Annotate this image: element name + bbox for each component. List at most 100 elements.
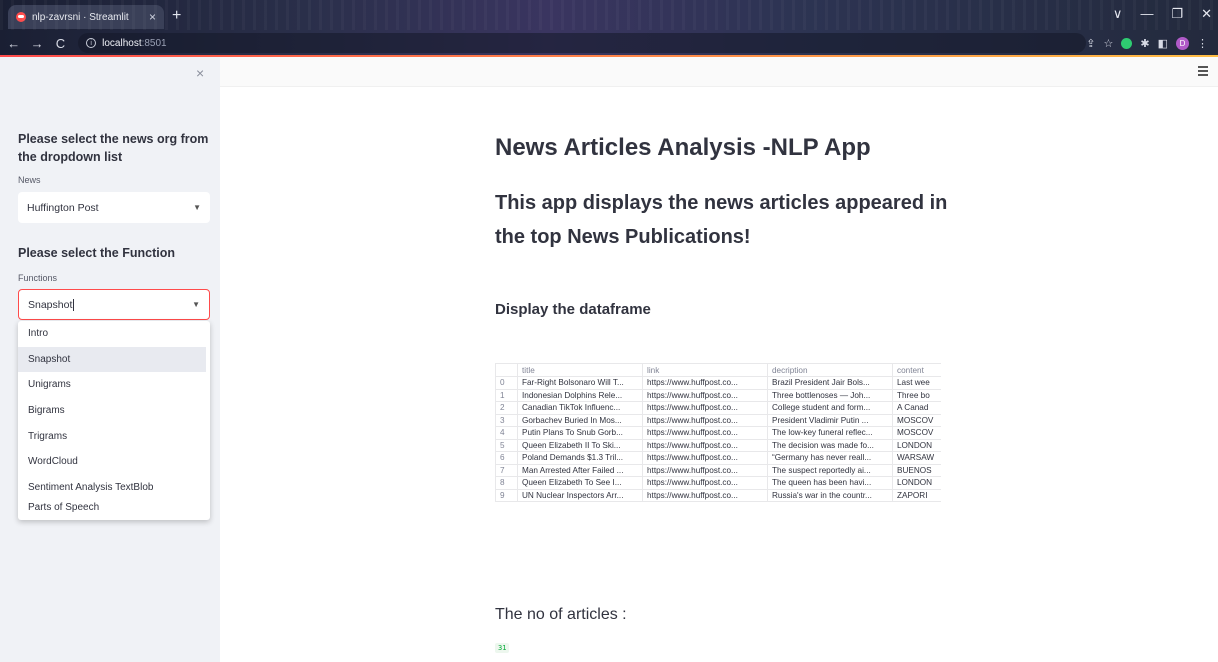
dropdown-option-snapshot[interactable]: Snapshot — [18, 346, 206, 373]
row-index[interactable]: 8 — [495, 476, 518, 490]
browser-menu-icon[interactable]: ⋮ — [1197, 37, 1208, 50]
news-select[interactable]: Huffington Post ▼ — [18, 192, 210, 223]
table-cell[interactable]: MOSCOV — [892, 426, 941, 440]
table-cell[interactable]: MOSCOV — [892, 413, 941, 427]
table-cell[interactable]: Queen Elizabeth To See I... — [517, 476, 643, 490]
minimize-icon[interactable]: — — [1140, 6, 1153, 22]
table-cell[interactable]: The suspect reportedly ai... — [767, 463, 893, 477]
sidebar: × Please select the news org from the dr… — [0, 57, 220, 662]
table-cell[interactable]: Three bottlenoses — Joh... — [767, 388, 893, 402]
table-cell[interactable]: Queen Elizabeth II To Ski... — [517, 438, 643, 452]
function-select[interactable]: Snapshot ▼ — [18, 289, 210, 320]
table-cell[interactable]: Man Arrested After Failed ... — [517, 463, 643, 477]
row-index[interactable]: 0 — [495, 376, 518, 390]
table-cell[interactable]: https://www.huffpost.co... — [642, 413, 768, 427]
profile-avatar[interactable]: D — [1176, 36, 1189, 50]
dropdown-option-intro[interactable]: Intro — [18, 321, 210, 347]
row-index[interactable]: 9 — [495, 488, 518, 502]
table-cell[interactable]: Gorbachev Buried In Mos... — [517, 413, 643, 427]
forward-arrow-icon[interactable]: → — [27, 36, 46, 51]
main-content: News Articles Analysis -NLP App This app… — [220, 57, 1218, 662]
streamlit-favicon-icon — [16, 12, 26, 22]
new-tab-button[interactable]: + — [172, 6, 181, 26]
row-index[interactable]: 2 — [495, 401, 518, 415]
tab-search-icon[interactable]: ∨ — [1113, 6, 1123, 22]
bookmark-star-icon[interactable]: ☆ — [1104, 37, 1114, 50]
dropdown-option-pos[interactable]: Parts of Speech — [18, 500, 210, 514]
browser-tab[interactable]: nlp-zavrsni · Streamlit × — [8, 5, 164, 29]
table-cell[interactable]: https://www.huffpost.co... — [642, 438, 768, 452]
column-header[interactable]: link — [642, 363, 768, 377]
column-header[interactable]: title — [517, 363, 643, 377]
table-cell[interactable]: https://www.huffpost.co... — [642, 463, 768, 477]
dropdown-option-wordcloud[interactable]: WordCloud — [18, 449, 210, 475]
chevron-down-icon: ▼ — [192, 300, 200, 309]
table-cell[interactable]: https://www.huffpost.co... — [642, 388, 768, 402]
table-cell[interactable]: https://www.huffpost.co... — [642, 488, 768, 502]
restore-icon[interactable]: ❐ — [1171, 6, 1183, 22]
table-cell[interactable]: Poland Demands $1.3 Tril... — [517, 451, 643, 465]
table-cell[interactable]: https://www.huffpost.co... — [642, 401, 768, 415]
dropdown-option-trigrams[interactable]: Trigrams — [18, 423, 210, 449]
table-cell[interactable]: WARSAW — [892, 451, 941, 465]
table-cell[interactable]: Canadian TikTok Influenc... — [517, 401, 643, 415]
page-subtitle: This app displays the news articles appe… — [495, 192, 948, 248]
row-index[interactable]: 1 — [495, 388, 518, 402]
column-header[interactable] — [495, 363, 518, 377]
close-window-icon[interactable]: ✕ — [1201, 6, 1212, 22]
table-cell[interactable]: Far-Right Bolsonaro Will T... — [517, 376, 643, 390]
table-cell[interactable]: https://www.huffpost.co... — [642, 376, 768, 390]
extension-icon[interactable] — [1121, 37, 1133, 49]
row-index[interactable]: 7 — [495, 463, 518, 477]
side-panel-icon[interactable]: ◧ — [1158, 37, 1168, 50]
news-select-heading: Please select the news org from the drop… — [18, 132, 209, 164]
extensions-puzzle-icon[interactable]: ✱ — [1140, 37, 1149, 50]
text-caret — [73, 298, 75, 311]
table-row: 0 Far-Right Bolsonaro Will T... https://ww… — [495, 376, 941, 390]
table-cell[interactable]: Brazil President Jair Bols... — [767, 376, 893, 390]
share-icon[interactable]: ⇪ — [1086, 37, 1095, 50]
table-row: 8 Queen Elizabeth To See I... https://www.… — [495, 476, 941, 490]
dataframe-table[interactable]: title link decription content 0 Far-Right… — [495, 363, 941, 559]
table-cell[interactable]: The low-key funeral reflec... — [767, 426, 893, 440]
row-index[interactable]: 3 — [495, 413, 518, 427]
function-input-value[interactable]: Snapshot — [28, 299, 72, 311]
dropdown-option-sentiment[interactable]: Sentiment Analysis TextBlob — [18, 475, 210, 501]
table-cell[interactable]: UN Nuclear Inspectors Arr... — [517, 488, 643, 502]
table-cell[interactable]: Russia's war in the countr... — [767, 488, 893, 502]
table-cell[interactable]: College student and form... — [767, 401, 893, 415]
row-index[interactable]: 5 — [495, 438, 518, 452]
table-cell[interactable]: Putin Plans To Snub Gorb... — [517, 426, 643, 440]
row-index[interactable]: 6 — [495, 451, 518, 465]
tab-close-icon[interactable]: × — [149, 10, 156, 24]
table-row: 6 Poland Demands $1.3 Tril... https://www.… — [495, 451, 941, 465]
table-row: 4 Putin Plans To Snub Gorb... https://www.… — [495, 426, 941, 440]
table-cell[interactable]: Last wee — [892, 376, 941, 390]
table-cell[interactable]: https://www.huffpost.co... — [642, 476, 768, 490]
table-cell[interactable]: LONDON — [892, 438, 941, 452]
table-cell[interactable]: “Germany has never reall... — [767, 451, 893, 465]
table-cell[interactable]: Indonesian Dolphins Rele... — [517, 388, 643, 402]
table-cell[interactable]: https://www.huffpost.co... — [642, 426, 768, 440]
table-cell[interactable]: https://www.huffpost.co... — [642, 451, 768, 465]
table-cell[interactable]: LONDON — [892, 476, 941, 490]
column-header[interactable]: decription — [767, 363, 893, 377]
site-info-icon[interactable]: i — [86, 38, 97, 48]
table-cell[interactable]: BUENOS — [892, 463, 941, 477]
back-arrow-icon[interactable]: ← — [4, 36, 23, 51]
table-cell[interactable]: ZAPORI — [892, 488, 941, 502]
reload-icon[interactable]: C — [51, 36, 70, 51]
table-cell[interactable]: The queen has been havi... — [767, 476, 893, 490]
dropdown-option-unigrams[interactable]: Unigrams — [18, 372, 210, 398]
sidebar-close-icon[interactable]: × — [196, 65, 204, 81]
address-bar[interactable]: i localhost :8501 — [78, 33, 1087, 53]
tab-title: nlp-zavrsni · Streamlit — [32, 11, 129, 23]
table-cell[interactable]: Three bo — [892, 388, 941, 402]
table-cell[interactable]: A Canad — [892, 401, 941, 415]
hamburger-menu-icon[interactable] — [1198, 66, 1208, 78]
dropdown-option-bigrams[interactable]: Bigrams — [18, 398, 210, 424]
table-cell[interactable]: President Vladimir Putin ... — [767, 413, 893, 427]
row-index[interactable]: 4 — [495, 426, 518, 440]
table-cell[interactable]: The decision was made fo... — [767, 438, 893, 452]
column-header[interactable]: content — [892, 363, 941, 377]
